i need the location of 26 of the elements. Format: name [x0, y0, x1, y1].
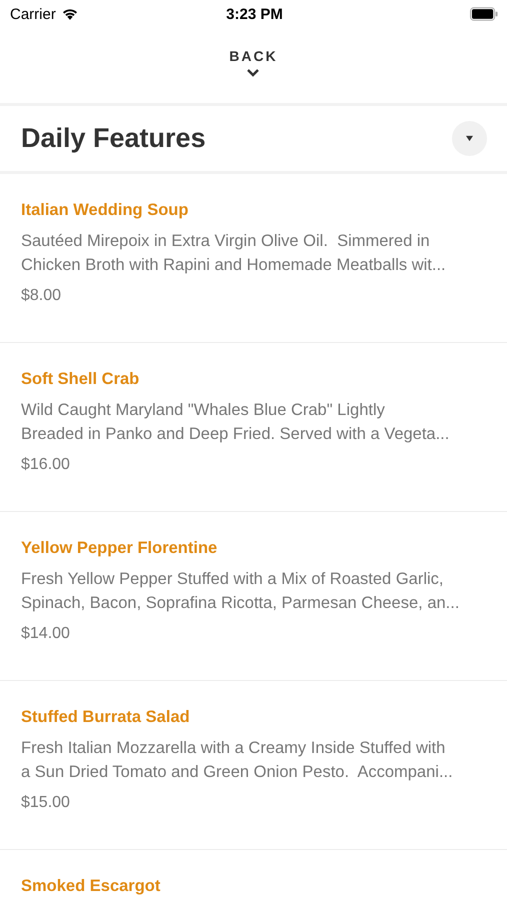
- dish-price: $8.00: [21, 286, 62, 306]
- dish-name[interactable]: Soft Shell Crab: [21, 368, 140, 390]
- caret-icon: [465, 135, 474, 142]
- carrier-label: Carrier: [10, 6, 56, 22]
- dish-description: Sautéed Mirepoix in Extra Virgin Olive Oil. Simmered in: [21, 231, 430, 252]
- collapse-button[interactable]: [452, 121, 487, 156]
- dish-name[interactable]: Italian Wedding Soup: [21, 199, 188, 221]
- dish-description: Chicken Broth with Rapini and Homemade Meatballs wit...: [21, 255, 446, 276]
- dish-description: a Sun Dried Tomato and Green Onion Pesto. Accompani...: [21, 762, 453, 783]
- dish-description: Fresh Yellow Pepper Stuffed with a Mix of Roasted Garlic,: [21, 569, 444, 590]
- dish-description: Breaded in Panko and Deep Fried. Served with a Vegeta...: [21, 424, 450, 445]
- dish-price: $15.00: [21, 793, 70, 813]
- dish-name[interactable]: Yellow Pepper Florentine: [21, 537, 218, 559]
- section-title: Daily Features: [21, 123, 206, 154]
- dish-description: Wild Caught Maryland "Whales Blue Crab" Lightly: [21, 400, 385, 421]
- chevron-down-icon: [246, 68, 260, 77]
- dish-name[interactable]: Smoked Escargot: [21, 875, 160, 897]
- status-time: 3:23 PM: [226, 6, 283, 22]
- dish-price: $16.00: [21, 455, 70, 475]
- back-button[interactable]: BACK: [229, 48, 278, 96]
- dish-description: Fresh Italian Mozzarella with a Creamy Inside Stuffed with: [21, 738, 446, 759]
- wifi-icon: [60, 7, 79, 21]
- battery-icon: [470, 7, 499, 21]
- dish-name[interactable]: Stuffed Burrata Salad: [21, 706, 190, 728]
- dish-description: Spinach, Bacon, Soprafina Ricotta, Parmesan Cheese, an...: [21, 593, 460, 614]
- dish-price: $14.00: [21, 624, 70, 644]
